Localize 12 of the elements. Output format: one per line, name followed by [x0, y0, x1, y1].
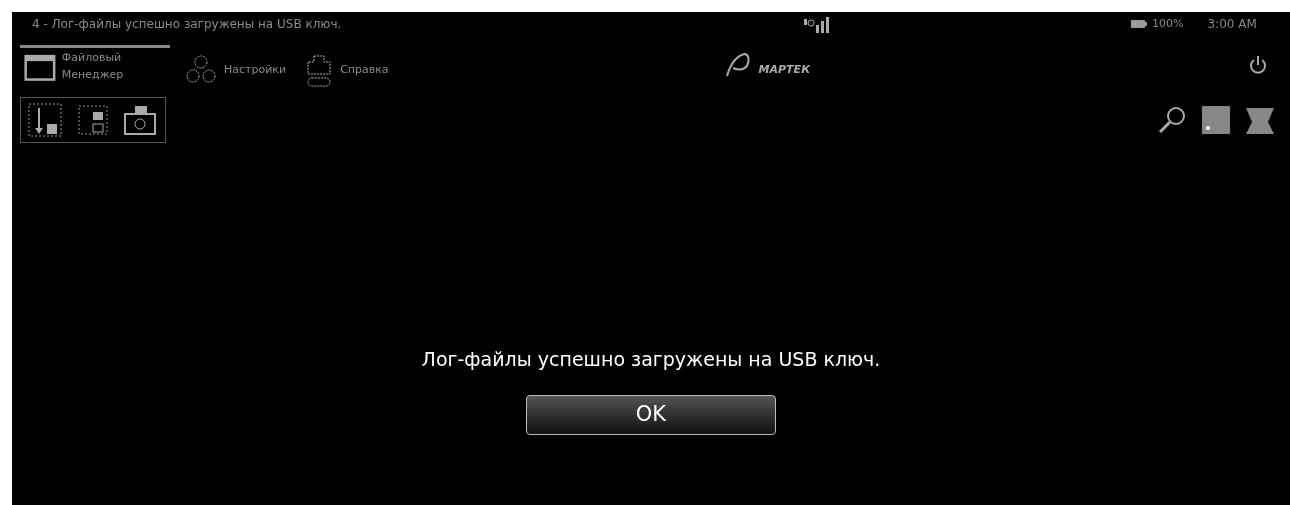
dialog-message: Лог-файлы успешно загружены на USB ключ. — [421, 346, 881, 372]
logo-text: МАРТЕК — [758, 61, 811, 78]
signal-icon — [802, 15, 830, 33]
toolbar-button[interactable]: Настройки — [180, 48, 291, 90]
toolbar-button[interactable]: Файловый Менеджер — [20, 44, 170, 86]
battery-level: 100% — [1152, 15, 1184, 32]
toolbar-button[interactable]: Справка — [300, 48, 393, 90]
battery-icon — [1130, 18, 1148, 30]
clock-time: 3:00 AM — [1207, 16, 1257, 33]
window-title: 4 - Лог-файлы успешно загружены на USB ключ. — [32, 16, 343, 33]
power-icon[interactable] — [1248, 54, 1268, 76]
ok-button[interactable]: OK — [526, 395, 776, 435]
